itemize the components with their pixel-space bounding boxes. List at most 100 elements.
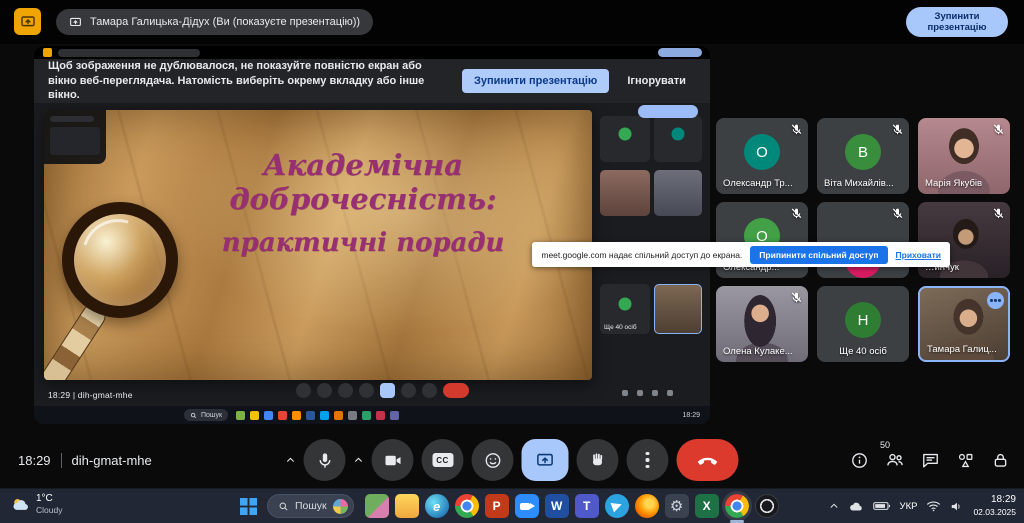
stop-sharing-button[interactable]: Припинити спільний доступ (750, 246, 887, 264)
meeting-info: 18:29 dih-gmat-mhe (18, 432, 152, 488)
settings-icon[interactable]: ⚙ (665, 494, 689, 518)
volume-icon[interactable] (950, 500, 964, 513)
inner-taskbar-apps (236, 411, 399, 420)
camera-button[interactable] (372, 439, 414, 481)
lock-icon (991, 451, 1010, 470)
participant-name: Віта Михайлів... (824, 178, 894, 189)
inner-participant-tile (654, 116, 702, 162)
presentation-slide: Академічна доброчесність: практичні пора… (44, 110, 592, 380)
google-meet-screen: Тамара Галицька-Дідух (Ви (показуєте пре… (0, 0, 1024, 523)
inner-control-bar (296, 383, 469, 398)
taskbar-tray: УКР 18:29 02.03.2025 (829, 489, 1016, 523)
battery-icon[interactable] (873, 500, 891, 512)
participant-grid: О Олександр Тр... В Віта Михайлів... Мар… (716, 118, 1010, 362)
camera-icon (383, 451, 402, 470)
chrome-icon[interactable] (455, 494, 479, 518)
participant-name: Марія Якубів (925, 178, 982, 189)
weather-desc: Cloudy (36, 505, 62, 515)
word-icon[interactable]: W (545, 494, 569, 518)
firefox-icon[interactable] (635, 494, 659, 518)
mic-options-chevron[interactable] (286, 455, 296, 465)
avatar: О (744, 134, 780, 170)
participant-tile[interactable]: О Олександр Тр... (716, 118, 808, 194)
captions-button[interactable]: CC (422, 439, 464, 481)
search-highlight-icon (333, 499, 348, 514)
language-indicator[interactable]: УКР (900, 501, 918, 512)
end-call-button[interactable] (677, 439, 739, 481)
taskbar-weather[interactable]: 1°C Cloudy (10, 493, 62, 515)
more-options-button[interactable] (627, 439, 669, 481)
tray-time: 18:29 (973, 494, 1016, 507)
teams-icon[interactable]: T (575, 494, 599, 518)
hide-toast-link[interactable]: Приховати (896, 250, 941, 260)
chrome-active-icon[interactable] (725, 494, 749, 518)
participant-tile[interactable]: Олена Кулаке... (716, 286, 808, 362)
tile-menu-button[interactable] (987, 292, 1004, 309)
clock: 18:29 (18, 453, 51, 468)
recursive-mini-screen (44, 110, 106, 164)
participant-tile[interactable]: В Віта Михайлів... (817, 118, 909, 194)
taskbar-clock[interactable]: 18:29 02.03.2025 (973, 494, 1016, 517)
excel-icon[interactable]: X (695, 494, 719, 518)
share-toast-message: meet.google.com надає спільний доступ до… (541, 250, 742, 260)
screen-share-toast: meet.google.com надає спільний доступ до… (532, 242, 950, 267)
taskbar-search[interactable]: Пошук (267, 494, 354, 518)
file-explorer-icon[interactable] (395, 494, 419, 518)
more-people-label: Ще 40 осіб (839, 346, 887, 357)
stop-presentation-button[interactable]: Зупинити презентацію (906, 7, 1008, 37)
presenter-pill: Тамара Галицька-Дідух (Ви (показуєте пре… (56, 9, 373, 35)
inner-more-people-label: Ще 40 осіб (604, 324, 637, 331)
zoom-icon[interactable] (515, 494, 539, 518)
info-button[interactable] (850, 451, 869, 470)
wifi-icon[interactable] (926, 500, 941, 512)
onedrive-icon[interactable] (848, 501, 864, 512)
present-icon (536, 451, 555, 470)
inner-selected-tile (654, 284, 702, 334)
participant-count-badge: 50 (880, 440, 890, 450)
windows-taskbar: 1°C Cloudy Пошук e P WT ⚙X УКР 18:29 (0, 488, 1024, 523)
present-screen-icon (20, 14, 36, 30)
avatar: Н (845, 302, 881, 338)
present-button[interactable] (522, 439, 569, 481)
host-controls-button[interactable] (991, 451, 1010, 470)
mic-off-icon (891, 123, 904, 136)
powerpoint-icon[interactable]: P (485, 494, 509, 518)
people-icon (885, 450, 905, 470)
tray-date: 02.03.2025 (973, 507, 1016, 518)
more-people-tile[interactable]: Н Ще 40 осіб (817, 286, 909, 362)
weather-temp: 1°C (36, 493, 62, 505)
smiley-icon (483, 451, 502, 470)
inner-top-bar (34, 46, 710, 59)
reactions-button[interactable] (472, 439, 514, 481)
obs-icon[interactable] (755, 494, 779, 518)
participant-name: Олена Кулаке... (723, 346, 793, 357)
participant-tile[interactable]: Марія Якубів (918, 118, 1010, 194)
duplicate-warning-banner: Щоб зображення не дублювалося, не показу… (34, 59, 710, 103)
self-participant-tile[interactable]: Тамара Галиц... (918, 286, 1010, 362)
mic-off-icon (891, 207, 904, 220)
screen-share-icon (69, 16, 82, 29)
presentation-tile[interactable]: Щоб зображення не дублювалося, не показу… (34, 46, 710, 424)
inner-search: Пошук (184, 409, 228, 421)
camera-options-chevron[interactable] (354, 455, 364, 465)
magnifier-lens (62, 202, 178, 318)
activities-button[interactable] (956, 451, 975, 470)
meeting-code: dih-gmat-mhe (72, 453, 152, 468)
mic-button[interactable] (304, 439, 346, 481)
raise-hand-button[interactable] (577, 439, 619, 481)
inner-clock: 18:29 (682, 412, 700, 419)
participant-name: Тамара Галиц... (927, 344, 997, 355)
edge-icon[interactable]: e (425, 494, 449, 518)
telegram-icon[interactable] (605, 494, 629, 518)
presenting-tab-icon[interactable] (14, 8, 41, 35)
people-button[interactable] (885, 450, 905, 470)
start-button[interactable] (237, 495, 260, 518)
widgets-photo-icon[interactable] (365, 494, 389, 518)
chat-button[interactable] (921, 451, 940, 470)
inner-participant-tile (600, 170, 650, 216)
inner-taskbar: Пошук 18:29 (34, 406, 710, 424)
banner-ignore-button[interactable]: Ігнорувати (621, 74, 692, 88)
banner-stop-presentation-button[interactable]: Зупинити презентацію (462, 69, 609, 93)
slide-title: Академічна доброчесність: практичні пора… (140, 148, 586, 258)
tray-chevron-icon[interactable] (829, 501, 839, 511)
